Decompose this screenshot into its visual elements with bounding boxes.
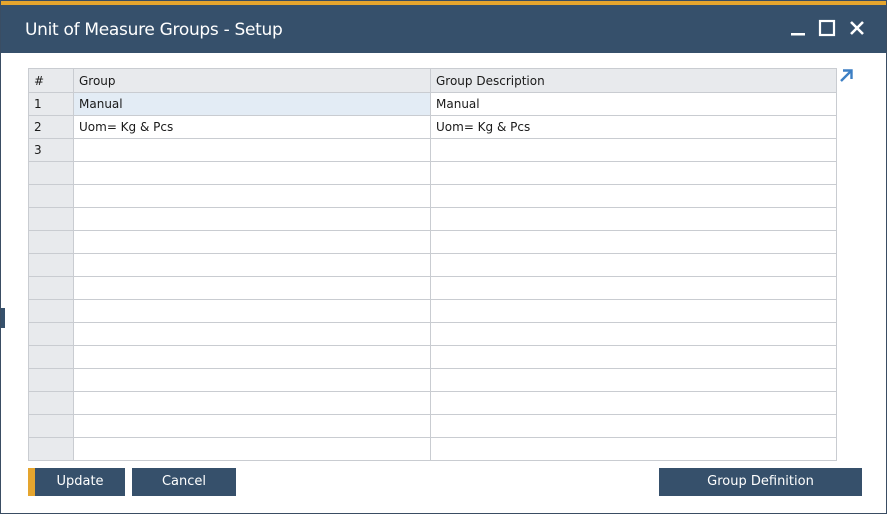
group-cell[interactable] — [73, 230, 431, 254]
table-row[interactable] — [28, 414, 837, 438]
row-number-cell[interactable] — [28, 207, 74, 231]
group-cell[interactable]: Uom= Kg & Pcs — [73, 115, 431, 139]
table-row[interactable] — [28, 253, 837, 277]
title-bar[interactable]: Unit of Measure Groups - Setup — [1, 5, 886, 53]
group-description-cell[interactable] — [430, 161, 837, 185]
row-number-cell[interactable] — [28, 184, 74, 208]
group-cell[interactable] — [73, 276, 431, 300]
column-header-row-number[interactable]: # — [28, 68, 74, 93]
group-description-cell[interactable] — [430, 138, 837, 162]
group-cell[interactable] — [73, 345, 431, 369]
column-header-group[interactable]: Group — [73, 68, 431, 93]
row-number-cell[interactable] — [28, 253, 74, 277]
row-number-cell[interactable] — [28, 345, 74, 369]
group-description-cell[interactable] — [430, 437, 837, 461]
uom-groups-setup-window: Unit of Measure Groups - Setup # Group G… — [0, 0, 887, 514]
table-row[interactable] — [28, 391, 837, 415]
group-description-cell[interactable]: Manual — [430, 92, 837, 116]
row-number-cell[interactable] — [28, 368, 74, 392]
group-description-cell[interactable] — [430, 345, 837, 369]
row-number-cell[interactable] — [28, 161, 74, 185]
group-description-cell[interactable] — [430, 368, 837, 392]
table-row[interactable] — [28, 207, 837, 231]
group-description-cell[interactable] — [430, 299, 837, 323]
group-cell[interactable] — [73, 368, 431, 392]
group-description-cell[interactable] — [430, 253, 837, 277]
table-row[interactable]: 1 Manual Manual — [28, 92, 837, 116]
row-number-cell[interactable] — [28, 437, 74, 461]
table-row[interactable] — [28, 276, 837, 300]
table-row[interactable] — [28, 322, 837, 346]
group-cell[interactable] — [73, 138, 431, 162]
row-number-cell[interactable]: 1 — [28, 92, 74, 116]
background-edge-mark — [1, 308, 5, 328]
group-cell[interactable] — [73, 414, 431, 438]
column-header-group-description[interactable]: Group Description — [430, 68, 837, 93]
table-row[interactable] — [28, 161, 837, 185]
table-row[interactable] — [28, 230, 837, 254]
group-description-cell[interactable] — [430, 414, 837, 438]
group-definition-button[interactable]: Group Definition — [659, 468, 862, 496]
table-row[interactable] — [28, 368, 837, 392]
table-row[interactable] — [28, 299, 837, 323]
row-number-cell[interactable] — [28, 322, 74, 346]
group-description-cell[interactable] — [430, 207, 837, 231]
row-number-cell[interactable] — [28, 414, 74, 438]
row-number-cell[interactable]: 3 — [28, 138, 74, 162]
close-icon[interactable] — [846, 17, 868, 39]
row-number-cell[interactable] — [28, 230, 74, 254]
minimize-icon[interactable] — [787, 17, 809, 39]
row-number-cell[interactable] — [28, 276, 74, 300]
group-cell[interactable] — [73, 437, 431, 461]
group-cell[interactable]: Manual — [73, 92, 431, 116]
table-row[interactable]: 3 — [28, 138, 837, 162]
uom-groups-grid[interactable]: # Group Group Description 1 Manual Manual 2… — [28, 68, 837, 461]
group-description-cell[interactable] — [430, 184, 837, 208]
group-description-cell[interactable] — [430, 230, 837, 254]
group-cell[interactable] — [73, 322, 431, 346]
expand-arrow-icon[interactable] — [838, 68, 854, 84]
update-button[interactable]: Update — [28, 468, 125, 496]
row-number-cell[interactable] — [28, 391, 74, 415]
row-number-cell[interactable]: 2 — [28, 115, 74, 139]
group-cell[interactable] — [73, 391, 431, 415]
window-title: Unit of Measure Groups - Setup — [25, 20, 283, 40]
group-cell[interactable] — [73, 299, 431, 323]
group-cell[interactable] — [73, 184, 431, 208]
group-description-cell[interactable]: Uom= Kg & Pcs — [430, 115, 837, 139]
table-row[interactable] — [28, 345, 837, 369]
cancel-button[interactable]: Cancel — [132, 468, 236, 496]
table-row[interactable] — [28, 184, 837, 208]
table-row[interactable]: 2 Uom= Kg & Pcs Uom= Kg & Pcs — [28, 115, 837, 139]
group-description-cell[interactable] — [430, 322, 837, 346]
maximize-icon[interactable] — [816, 17, 838, 39]
table-row[interactable] — [28, 437, 837, 461]
group-description-cell[interactable] — [430, 276, 837, 300]
group-cell[interactable] — [73, 253, 431, 277]
group-description-cell[interactable] — [430, 391, 837, 415]
row-number-cell[interactable] — [28, 299, 74, 323]
group-cell[interactable] — [73, 207, 431, 231]
group-cell[interactable] — [73, 161, 431, 185]
grid-header-row: # Group Group Description — [28, 68, 837, 93]
